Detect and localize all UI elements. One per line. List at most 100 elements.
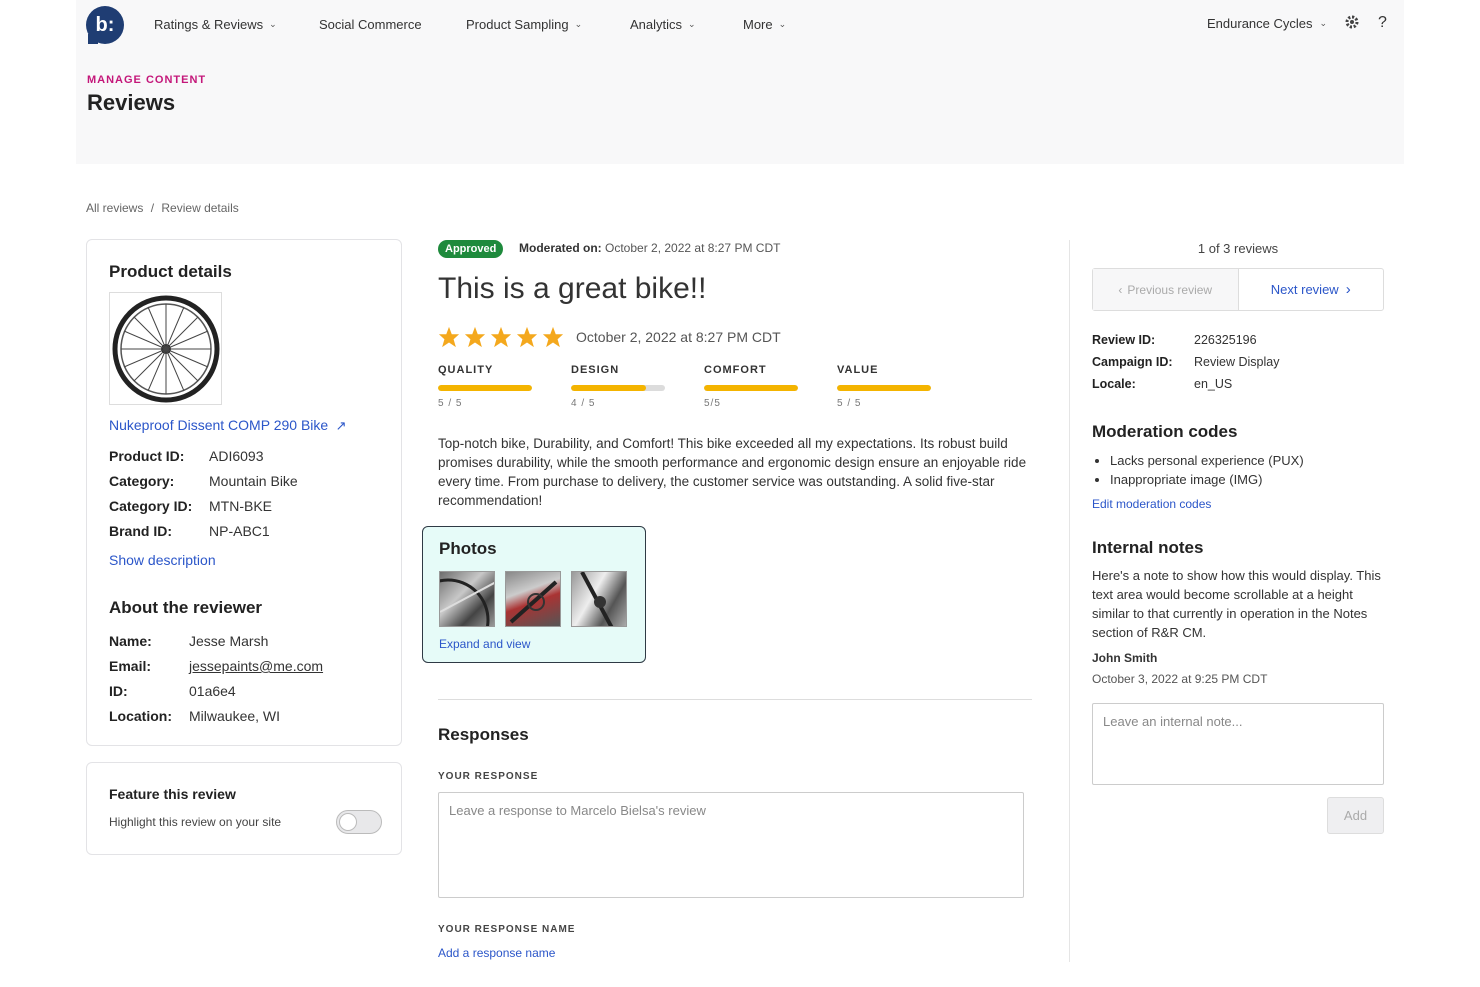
rating-bar bbox=[438, 385, 532, 391]
response-name-label: YOUR RESPONSE NAME bbox=[438, 924, 576, 935]
account-switcher[interactable]: Endurance Cycles ⌄ bbox=[1207, 16, 1327, 31]
review-date: October 2, 2022 at 8:27 PM CDT bbox=[576, 329, 781, 345]
add-note-button[interactable]: Add bbox=[1327, 797, 1384, 834]
feature-review-toggle[interactable] bbox=[336, 810, 382, 834]
photos-heading: Photos bbox=[439, 539, 497, 558]
brand-logo[interactable]: b: bbox=[86, 6, 124, 44]
sub-rating-comfort: COMFORT 5/5 bbox=[704, 364, 798, 409]
feature-review-description: Highlight this review on your site bbox=[109, 815, 282, 829]
star-icon bbox=[542, 326, 564, 348]
feature-review-heading: Feature this review bbox=[109, 786, 236, 802]
divider bbox=[438, 699, 1032, 700]
bike-wheel-image bbox=[112, 295, 220, 403]
product-fields: Product ID: ADI6093 Category: Mountain Bik… bbox=[109, 448, 298, 548]
sub-rating-value: VALUE 5 / 5 bbox=[837, 364, 931, 409]
meta-row: Locale: en_US bbox=[1092, 377, 1233, 391]
rating-bar bbox=[704, 385, 798, 391]
toggle-knob bbox=[339, 813, 357, 831]
chevron-down-icon: ⌄ bbox=[574, 19, 583, 29]
star-icon bbox=[438, 326, 460, 348]
photo-thumbnail[interactable] bbox=[571, 571, 627, 627]
app-frame: b: Ratings & Reviews ⌄ Social Commerce Pr… bbox=[76, 0, 1404, 987]
chevron-down-icon: ⌄ bbox=[269, 19, 277, 29]
meta-row: Review ID: 226325196 bbox=[1092, 333, 1257, 347]
your-response-label: YOUR RESPONSE bbox=[438, 771, 539, 782]
review-counter: 1 of 3 reviews bbox=[1197, 241, 1279, 256]
chevron-down-icon: ⌄ bbox=[1319, 18, 1328, 28]
sub-rating-design: DESIGN 4 / 5 bbox=[571, 364, 665, 409]
reviewer-field-row: Location: Milwaukee, WI bbox=[109, 708, 281, 724]
review-meta: Review ID: 226325196 Campaign ID: Review D… bbox=[1092, 333, 1279, 399]
star-icon bbox=[516, 326, 538, 348]
about-reviewer-heading: About the reviewer bbox=[109, 598, 263, 617]
gear-icon[interactable] bbox=[1344, 14, 1360, 30]
internal-notes-heading: Internal notes bbox=[1092, 538, 1204, 557]
column-divider bbox=[1069, 240, 1070, 962]
review-body: Top-notch bike, Durability, and Comfort!… bbox=[438, 436, 1027, 508]
nav-product-sampling[interactable]: Product Sampling ⌄ bbox=[466, 17, 582, 32]
chevron-left-icon: ‹ bbox=[1118, 282, 1123, 297]
moderation-codes-heading: Moderation codes bbox=[1092, 422, 1238, 441]
photo-thumbnail[interactable] bbox=[439, 571, 495, 627]
reviewer-field-row: Email: jessepaints@me.com bbox=[109, 658, 324, 674]
product-field-row: Category ID: MTN-BKE bbox=[109, 498, 272, 514]
star-icon bbox=[490, 326, 512, 348]
reviewer-field-row: ID: 01a6e4 bbox=[109, 683, 236, 699]
product-field-row: Category: Mountain Bike bbox=[109, 473, 298, 489]
internal-note-textarea[interactable]: Leave an internal note... bbox=[1092, 703, 1384, 785]
nav-social-commerce[interactable]: Social Commerce bbox=[319, 17, 422, 32]
page-eyebrow: MANAGE CONTENT bbox=[87, 74, 207, 86]
note-author: John Smith bbox=[1092, 651, 1158, 665]
star-icon bbox=[464, 326, 486, 348]
help-icon[interactable]: ? bbox=[1378, 14, 1387, 32]
product-image[interactable] bbox=[109, 292, 222, 405]
moderation-codes-list: Lacks personal experience (PUX) Inapprop… bbox=[1110, 451, 1304, 489]
add-response-name-link[interactable]: Add a response name bbox=[438, 946, 555, 960]
rating-bar bbox=[837, 385, 931, 391]
feature-review-card: Feature this review Highlight this revie… bbox=[86, 762, 402, 855]
breadcrumb-current: Review details bbox=[161, 201, 239, 215]
reviewer-fields: Name: Jesse Marsh Email: jessepaints@me.co… bbox=[109, 633, 323, 733]
rating-bar bbox=[571, 385, 665, 391]
top-header: b: Ratings & Reviews ⌄ Social Commerce Pr… bbox=[76, 0, 1404, 164]
expand-photos-link[interactable]: Expand and view bbox=[439, 637, 530, 651]
photo-thumbnails bbox=[439, 571, 637, 627]
meta-row: Campaign ID: Review Display bbox=[1092, 355, 1280, 369]
product-details-card: Product details Nukeproof Dissent COMP 2… bbox=[86, 239, 402, 746]
breadcrumb: All reviews / Review details bbox=[86, 201, 239, 215]
previous-review-button[interactable]: ‹ Previous review bbox=[1093, 269, 1239, 310]
chevron-down-icon: ⌄ bbox=[688, 19, 696, 29]
moderation-code-item: Inappropriate image (IMG) bbox=[1110, 470, 1304, 489]
show-description-link[interactable]: Show description bbox=[109, 552, 216, 568]
external-link-icon: ↗ bbox=[335, 418, 347, 433]
reviewer-email-link[interactable]: jessepaints@me.com bbox=[189, 658, 323, 674]
sub-rating-quality: QUALITY 5 / 5 bbox=[438, 364, 532, 409]
moderated-info: Moderated on: October 2, 2022 at 8:27 PM… bbox=[519, 241, 781, 255]
status-badge: Approved bbox=[438, 240, 504, 258]
nav-analytics[interactable]: Analytics ⌄ bbox=[630, 17, 696, 32]
review-title: This is a great bike!! bbox=[438, 272, 707, 305]
internal-note-text: Here's a note to show how this would dis… bbox=[1092, 568, 1381, 640]
nav-more[interactable]: More ⌄ bbox=[743, 17, 786, 32]
page-title: Reviews bbox=[87, 90, 176, 115]
photos-panel: Photos Expand and view bbox=[422, 526, 646, 663]
product-name-link[interactable]: Nukeproof Dissent COMP 290 Bike ↗ bbox=[109, 417, 347, 435]
next-review-button[interactable]: Next review › bbox=[1239, 269, 1384, 310]
breadcrumb-all-reviews[interactable]: All reviews bbox=[86, 201, 143, 215]
star-rating: October 2, 2022 at 8:27 PM CDT bbox=[438, 326, 781, 348]
nav-ratings-reviews[interactable]: Ratings & Reviews ⌄ bbox=[154, 17, 277, 32]
reviewer-field-row: Name: Jesse Marsh bbox=[109, 633, 269, 649]
chevron-right-icon: › bbox=[1345, 281, 1351, 298]
sub-ratings: QUALITY 5 / 5 DESIGN 4 / 5 COMFORT 5/5 V… bbox=[438, 364, 931, 409]
response-textarea[interactable]: Leave a response to Marcelo Bielsa's rev… bbox=[438, 792, 1024, 898]
chevron-down-icon: ⌄ bbox=[778, 19, 787, 29]
moderation-code-item: Lacks personal experience (PUX) bbox=[1110, 451, 1304, 470]
product-field-row: Brand ID: NP-ABC1 bbox=[109, 523, 270, 539]
product-details-heading: Product details bbox=[109, 262, 232, 281]
product-field-row: Product ID: ADI6093 bbox=[109, 448, 264, 464]
review-pager: ‹ Previous review Next review › bbox=[1092, 268, 1384, 311]
responses-heading: Responses bbox=[438, 725, 529, 744]
edit-moderation-codes-link[interactable]: Edit moderation codes bbox=[1092, 497, 1211, 511]
photo-thumbnail[interactable] bbox=[505, 571, 561, 627]
note-date: October 3, 2022 at 9:25 PM CDT bbox=[1092, 672, 1268, 686]
